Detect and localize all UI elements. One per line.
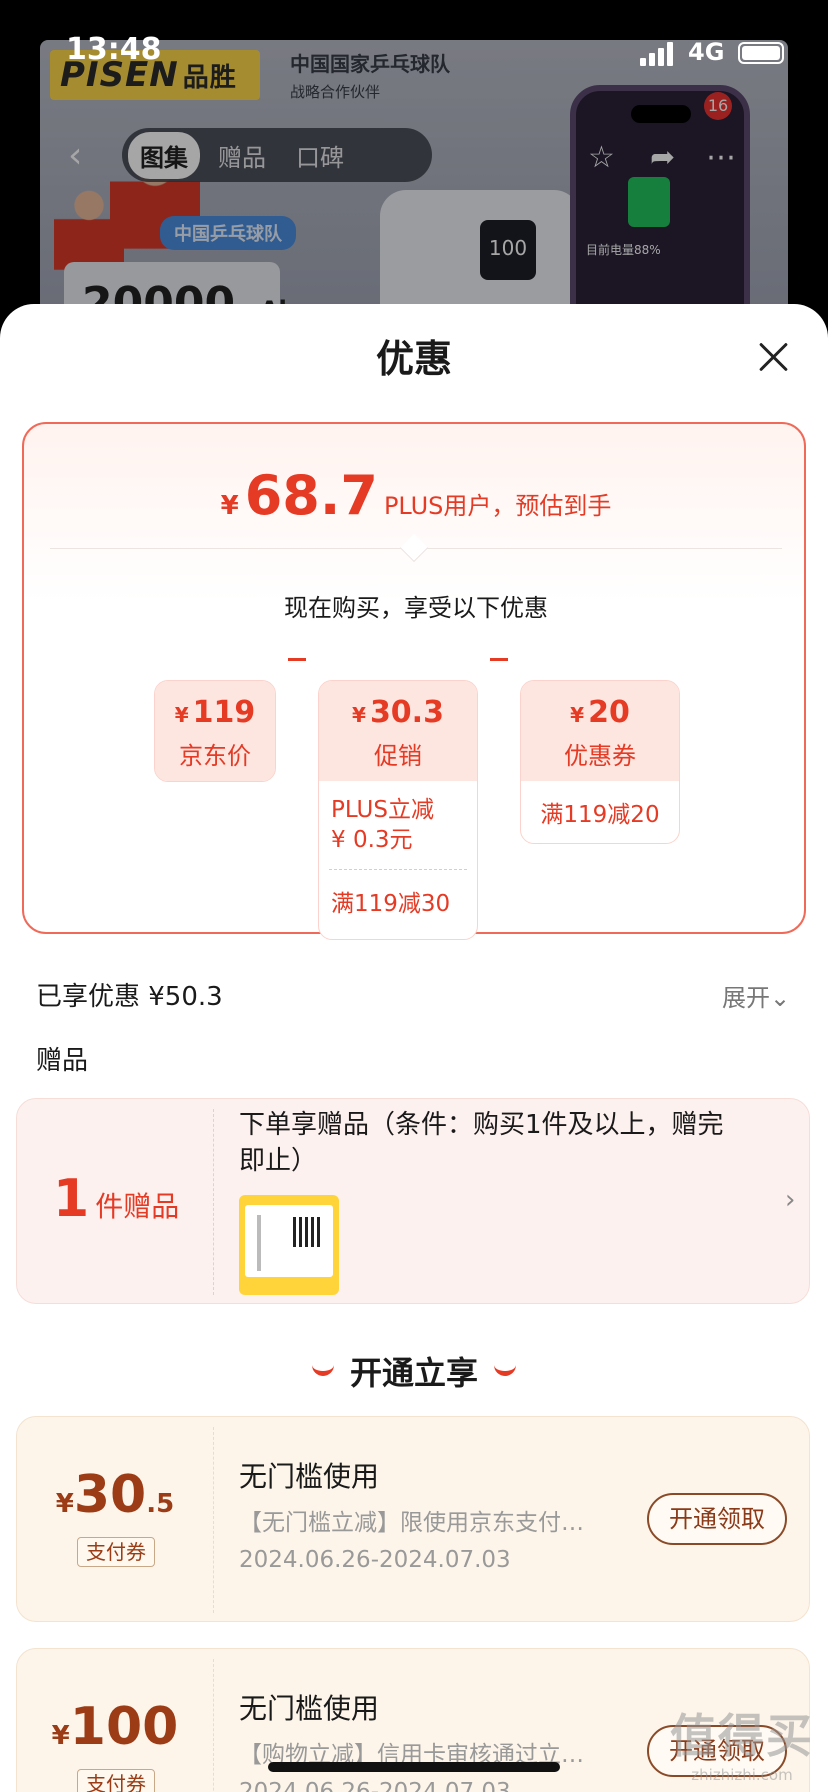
price-card-promo: ¥30.3 促销 PLUS立减 ¥ 0.3元 满119减30 [318,680,478,940]
gift-card[interactable]: 1 件赠品 下单享赠品（条件：购买1件及以上，赠完即止） › [16,1098,810,1304]
discount-sheet: 优惠 ¥68.7 PLUS用户，预估到手 现在购买，享受以下优惠 ¥119 京东价… [0,304,828,1792]
coupon-label: 优惠券 [564,742,636,770]
final-price: 68.7 [244,464,378,527]
divider-notch [399,533,429,563]
promo-line-full-reduction: 满119减30 [331,891,451,917]
coupon-title: 无门槛使用 [239,1692,380,1725]
coupon-title: 无门槛使用 [239,1460,380,1493]
coupon-subtitle: 【无门槛立减】限使用京东支付… [239,1510,584,1536]
promo-label: 促销 [374,742,422,770]
gift-count: 1 件赠品 [53,1169,180,1229]
price-summary-card: ¥68.7 PLUS用户，预估到手 现在购买，享受以下优惠 ¥119 京东价 ¥3… [22,422,808,940]
coupon-amount: ¥30.5 [55,1465,175,1525]
coupon-card: ¥30.5 支付券 无门槛使用 【无门槛立减】限使用京东支付… 2024.06.… [16,1416,810,1622]
price-card-jd: ¥119 京东价 [154,680,276,782]
coupon-type-badge: 支付券 [77,1769,155,1792]
price-card-coupon: ¥20 优惠券 满119减20 [520,680,680,844]
battery-icon [738,42,784,64]
open-section-title: 开通立享 [0,1348,828,1394]
promo-line-plus: PLUS立减 ¥ 0.3元 [331,797,434,853]
jd-price-value: 119 [192,695,256,730]
saved-amount: 已享优惠 ¥50.3 [36,982,223,1012]
coupon-date: 2024.06.26-2024.07.03 [239,1547,511,1573]
status-time: 13:48 [66,32,162,67]
close-icon[interactable] [752,336,796,380]
network-label: 4G [688,38,725,66]
coupon-amount: ¥100 [51,1697,179,1757]
final-price-row: ¥68.7 PLUS用户，预估到手 [24,464,808,527]
coupon-type-badge: 支付券 [77,1537,155,1567]
watermark: 值得买 zhizhizhi.com [670,1709,814,1784]
gifts-section-title: 赠品 [36,1046,89,1076]
signal-icon [640,42,674,66]
minus-operator-2 [490,658,508,661]
smile-deco-icon [311,1364,334,1376]
chevron-right-icon: › [785,1185,796,1215]
coupon-line: 满119减20 [540,802,660,828]
currency-symbol: ¥ [220,491,239,521]
expand-button[interactable]: 展开⌄ [722,978,790,1013]
promo-value: 30.3 [369,695,444,730]
jd-price-label: 京东价 [179,742,251,770]
minus-operator [288,658,306,661]
enjoy-label: 现在购买，享受以下优惠 [284,594,548,622]
smile-deco-icon [494,1364,516,1376]
final-price-desc: PLUS用户，预估到手 [383,492,612,520]
gift-description: 下单享赠品（条件：购买1件及以上，赠完即止） [239,1110,724,1176]
coupon-date: 2024.06.26-2024.07.03 [239,1779,511,1792]
gift-thumbnail[interactable] [239,1195,339,1295]
sheet-title: 优惠 [375,337,452,381]
chevron-down-icon: ⌄ [770,984,791,1012]
home-indicator[interactable] [268,1762,560,1772]
claim-button[interactable]: 开通领取 [647,1493,787,1545]
coupon-value: 20 [588,695,630,730]
status-bar: 13:48 4G [0,0,828,80]
